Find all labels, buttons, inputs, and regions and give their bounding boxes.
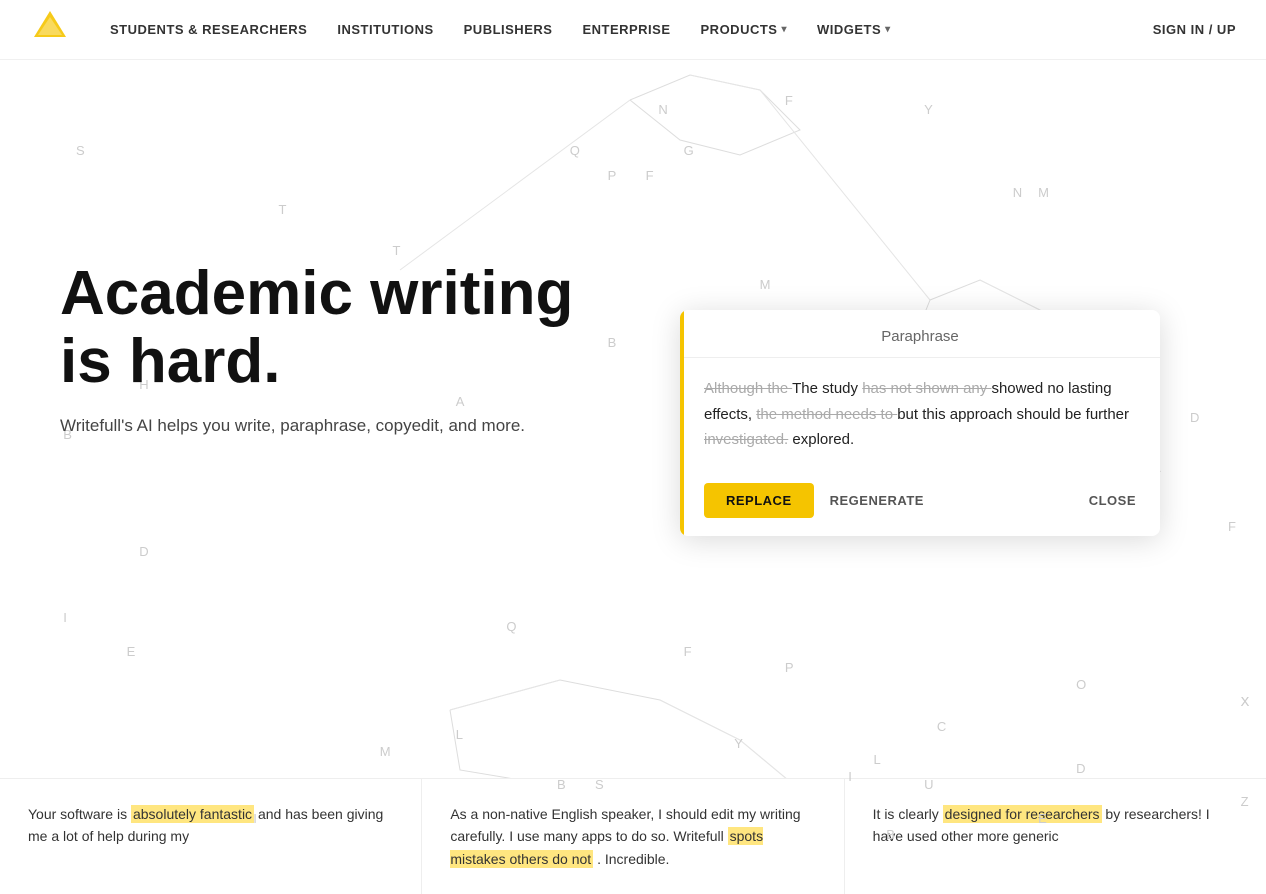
bg-letter-21: I [63, 610, 67, 625]
bg-letter-37: D [139, 544, 148, 559]
bg-letter-34: D [1076, 761, 1085, 776]
normal-text-3: but this approach should be further [897, 406, 1129, 423]
nav-institutions[interactable]: INSTITUTIONS [337, 22, 433, 37]
replace-button[interactable]: REPLACE [704, 483, 814, 518]
testimonial-1-highlight: absolutely fantastic [131, 805, 254, 823]
bg-letter-28: Y [734, 736, 743, 751]
bg-letter-2: F [785, 93, 793, 108]
bg-letter-26: O [1076, 677, 1086, 692]
bg-letter-0: S [76, 143, 85, 158]
testimonial-2-after: . Incredible. [593, 851, 669, 867]
bg-letter-7: F [646, 168, 654, 183]
bg-letter-25: P [785, 660, 794, 675]
bg-letter-20: F [1228, 519, 1236, 534]
nav-students[interactable]: STUDENTS & RESEARCHERS [110, 22, 307, 37]
testimonial-card-2: As a non-native English speaker, I shoul… [422, 778, 844, 894]
testimonial-card-1: Your software is absolutely fantastic an… [0, 778, 422, 894]
widgets-chevron-icon: ▾ [885, 24, 891, 35]
bg-letter-42: X [1241, 694, 1250, 709]
products-chevron-icon: ▾ [781, 24, 787, 35]
nav-enterprise[interactable]: ENTERPRISE [582, 22, 670, 37]
bg-letter-24: F [684, 644, 692, 659]
card-accent-bar [680, 310, 684, 536]
bg-letter-19: D [1190, 410, 1199, 425]
bg-letter-33: L [874, 752, 881, 767]
bg-letter-11: T [392, 243, 400, 258]
bg-letter-22: E [127, 644, 136, 659]
bg-letter-3: Y [924, 102, 933, 117]
bg-letter-13: B [608, 335, 617, 350]
nav-widgets[interactable]: WIDGETS ▾ [817, 22, 891, 37]
testimonial-1-before: Your software is [28, 806, 131, 822]
bg-letter-8: M [1038, 185, 1049, 200]
signin-button[interactable]: SIGN IN / UP [1153, 22, 1236, 37]
bg-letter-5: G [684, 143, 694, 158]
bg-letter-29: C [937, 719, 946, 734]
bg-letter-6: P [608, 168, 617, 183]
normal-text-4: explored. [788, 431, 854, 448]
card-body: Although the The study has not shown any… [680, 358, 1160, 471]
testimonial-card-3: It is clearly designed for researchers b… [845, 778, 1266, 894]
bg-letter-30: M [380, 744, 391, 759]
nav-publishers[interactable]: PUBLISHERS [464, 22, 553, 37]
card-actions: REPLACE REGENERATE CLOSE [680, 471, 1160, 536]
struck-text-4: investigated. [704, 431, 788, 448]
bg-letter-27: L [456, 727, 463, 742]
hero-subtitle: Writefull's AI helps you write, paraphra… [60, 416, 540, 436]
close-button[interactable]: CLOSE [1089, 493, 1136, 508]
bg-letter-10: T [279, 202, 287, 217]
card-title: Paraphrase [704, 328, 1136, 345]
bg-letter-1: N [658, 102, 667, 117]
struck-text-1: Although the [704, 380, 792, 397]
logo[interactable] [30, 7, 110, 52]
hero-section: SNFYQGPFMNTTMBQAHBADFIEQFPOLYCMBSLDIUDIB… [0, 0, 1266, 894]
normal-text-1: The study [792, 380, 862, 397]
hero-title: Academic writing is hard. [60, 260, 580, 396]
bg-letter-23: Q [506, 619, 516, 634]
struck-text-2: has not shown any [862, 380, 991, 397]
testimonial-3-before: It is clearly [873, 806, 943, 822]
card-header: Paraphrase [680, 310, 1160, 358]
regenerate-button[interactable]: REGENERATE [830, 493, 924, 508]
nav-products[interactable]: PRODUCTS ▾ [701, 22, 787, 37]
bg-letter-43: X [1241, 694, 1250, 709]
hero-content: Academic writing is hard. Writefull's AI… [60, 260, 580, 436]
testimonials-section: Your software is absolutely fantastic an… [0, 778, 1266, 894]
nav-links: STUDENTS & RESEARCHERS INSTITUTIONS PUBL… [110, 22, 1153, 37]
bg-letter-12: M [760, 277, 771, 292]
paraphrase-card: Paraphrase Although the The study has no… [680, 310, 1160, 536]
bg-letter-9: N [1013, 185, 1022, 200]
navigation: STUDENTS & RESEARCHERS INSTITUTIONS PUBL… [0, 0, 1266, 60]
bg-letter-4: Q [570, 143, 580, 158]
testimonial-3-highlight: designed for researchers [943, 805, 1102, 823]
struck-text-3: the method needs to [756, 406, 897, 423]
